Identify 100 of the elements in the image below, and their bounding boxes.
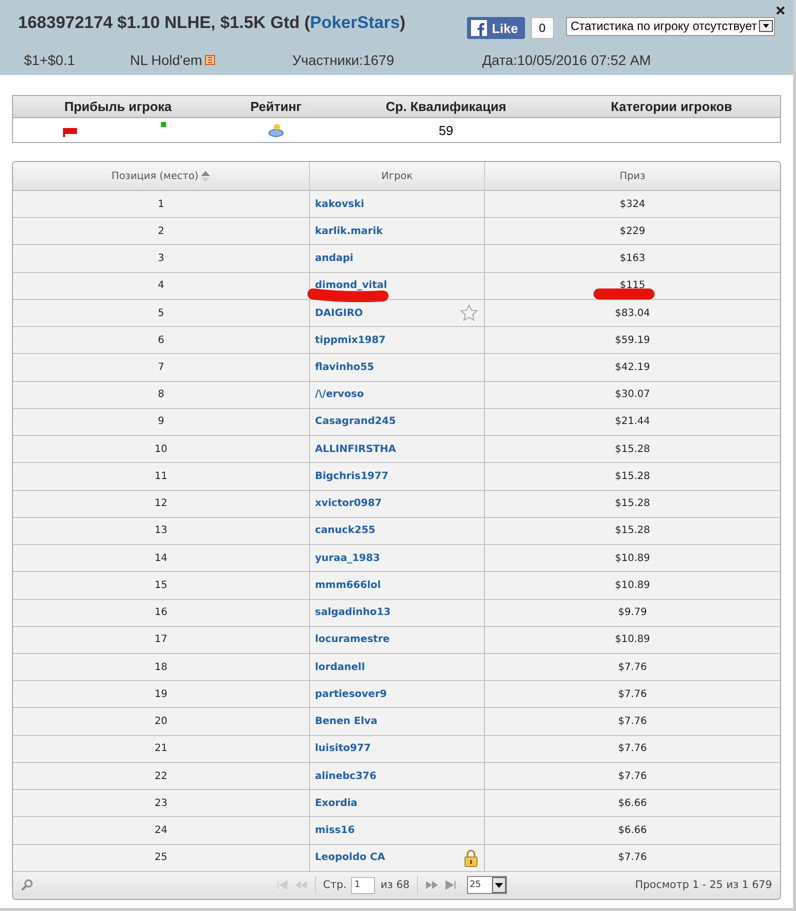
prize-cell: $115 <box>485 272 780 299</box>
prize-cell-text: $15.28 <box>614 524 651 538</box>
player-link[interactable]: salgadinho13 <box>315 607 391 618</box>
column-header: Ср. Квалификация <box>384 98 508 116</box>
prize-cell-text: $15.28 <box>614 470 651 484</box>
stats-dropdown[interactable]: Статистика по игроку отсутствует <box>566 16 775 36</box>
prize-cell-text: $7.76 <box>617 660 648 675</box>
column-header: Прибыль игрока <box>63 98 173 116</box>
rating-icon <box>268 123 284 137</box>
buyin-text: $1+$0.1 <box>23 52 76 68</box>
position-cell: 10 <box>13 436 310 462</box>
prize-cell-text: $59.19 <box>614 334 651 348</box>
column-header[interactable]: Позиция (место) <box>13 162 310 190</box>
position-cell: 9 <box>13 408 310 436</box>
column-header: Рейтинг <box>249 98 303 116</box>
position-cell: 17 <box>13 626 310 653</box>
position-cell: 23 <box>13 790 310 816</box>
column-header[interactable]: Приз <box>485 162 780 190</box>
position-cell: 8 <box>13 382 310 408</box>
date-text: Дата:10/05/2016 07:52 AM <box>482 52 651 68</box>
player-link[interactable]: Leopoldo CA <box>315 852 386 864</box>
prize-cell-text: $30.07 <box>614 388 651 402</box>
previous-page-icon[interactable] <box>294 880 308 890</box>
player-link[interactable]: karlik.marik <box>315 226 383 237</box>
position-cell: 14 <box>13 545 310 572</box>
prize-cell-text: $7.76 <box>617 688 648 702</box>
player-link[interactable]: locuramestre <box>315 634 390 646</box>
records-summary: Просмотр 1 - 25 из 1 679 <box>635 879 772 892</box>
prize-cell-text: $15.28 <box>614 497 651 512</box>
position-cell: 18 <box>13 654 310 680</box>
position-cell: 3 <box>13 245 310 272</box>
page-label: Стр. <box>323 879 346 892</box>
player-link[interactable]: canuck255 <box>315 525 376 536</box>
position-cell: 13 <box>13 518 310 544</box>
like-count: 0 <box>530 17 554 39</box>
page-input[interactable]: 1 <box>351 876 376 894</box>
indicator-icon <box>161 122 166 127</box>
column-header: Категории игроков <box>610 98 734 116</box>
last-page-icon[interactable] <box>444 880 458 890</box>
prize-cell-text: $9.79 <box>617 606 648 620</box>
prize-cell-text: $324 <box>618 198 646 212</box>
redaction-mark <box>593 286 655 301</box>
game-type-text: NL Hold'em <box>130 52 202 68</box>
prize-cell-text: $7.76 <box>617 715 648 730</box>
position-cell: 1 <box>13 191 310 218</box>
player-link[interactable]: mmm666lol <box>315 580 381 591</box>
player-link[interactable]: Casagrand245 <box>315 416 396 428</box>
qualification-value: 59 <box>438 122 454 138</box>
prize-cell-text: $7.76 <box>617 742 648 756</box>
player-link[interactable]: dimond_vital <box>315 280 388 292</box>
position-cell: 22 <box>13 762 310 790</box>
prize-cell-text: $10.89 <box>614 552 651 566</box>
player-link[interactable]: Exordia <box>315 798 358 809</box>
like-button[interactable]: Like <box>466 17 525 39</box>
caret-icon <box>759 20 773 32</box>
position-cell: 12 <box>13 490 310 517</box>
caret-icon <box>492 877 506 894</box>
position-cell: 21 <box>13 736 310 762</box>
prize-cell-text: $10.89 <box>614 578 651 593</box>
prize-cell-text: $10.89 <box>614 633 651 648</box>
position-cell: 25 <box>13 844 310 871</box>
position-cell: 19 <box>13 681 310 708</box>
star-icon[interactable] <box>460 304 478 322</box>
player-link[interactable]: partiesover9 <box>315 688 387 700</box>
tournament-title: 1683972174 $1.10 NLHE, $1.5K Gtd (PokerStars) <box>18 13 406 33</box>
player-link[interactable]: lordanell <box>315 662 365 673</box>
player-link[interactable]: ALLINFIRSTHA <box>315 444 396 455</box>
position-cell: 20 <box>13 708 310 735</box>
flag-icon <box>63 128 77 137</box>
position-cell: 5 <box>13 300 310 326</box>
player-link[interactable]: andapi <box>315 253 354 264</box>
prize-cell-text: $229 <box>618 224 646 239</box>
page-size-dropdown[interactable]: 25 <box>466 876 507 894</box>
player-link[interactable]: kakovski <box>315 198 364 210</box>
position-cell: 7 <box>13 354 310 381</box>
player-link[interactable]: miss16 <box>315 825 355 836</box>
player-link[interactable]: Benen Elva <box>315 716 378 728</box>
position-cell: 2 <box>13 218 310 244</box>
prize-cell-text: $42.19 <box>614 361 651 376</box>
site-link[interactable]: PokerStars <box>310 13 400 32</box>
search-icon[interactable] <box>21 879 33 892</box>
next-page-icon[interactable] <box>424 880 439 890</box>
close-icon[interactable] <box>776 6 785 15</box>
first-page-icon[interactable] <box>275 880 289 890</box>
player-link[interactable]: tippmix1987 <box>315 334 386 346</box>
player-link[interactable]: flavinho55 <box>315 362 374 374</box>
column-header[interactable]: Игрок <box>310 162 485 190</box>
facebook-icon <box>470 20 487 36</box>
position-cell: 16 <box>13 600 310 626</box>
player-link[interactable]: Bigchris1977 <box>315 470 388 482</box>
position-cell: 6 <box>13 327 310 354</box>
players-count: Участники:1679 <box>292 52 396 68</box>
player-link[interactable]: /\/ervoso <box>315 389 364 400</box>
player-link[interactable]: alinebc376 <box>315 770 376 782</box>
player-link[interactable]: DAIGIRO <box>315 308 363 319</box>
player-link[interactable]: luisito977 <box>315 743 371 754</box>
player-link[interactable]: yuraa_1983 <box>315 552 380 564</box>
prize-cell-text: $21.44 <box>614 415 651 430</box>
player-link[interactable]: xvictor0987 <box>315 498 382 510</box>
prize-cell-text: $6.66 <box>617 796 648 811</box>
